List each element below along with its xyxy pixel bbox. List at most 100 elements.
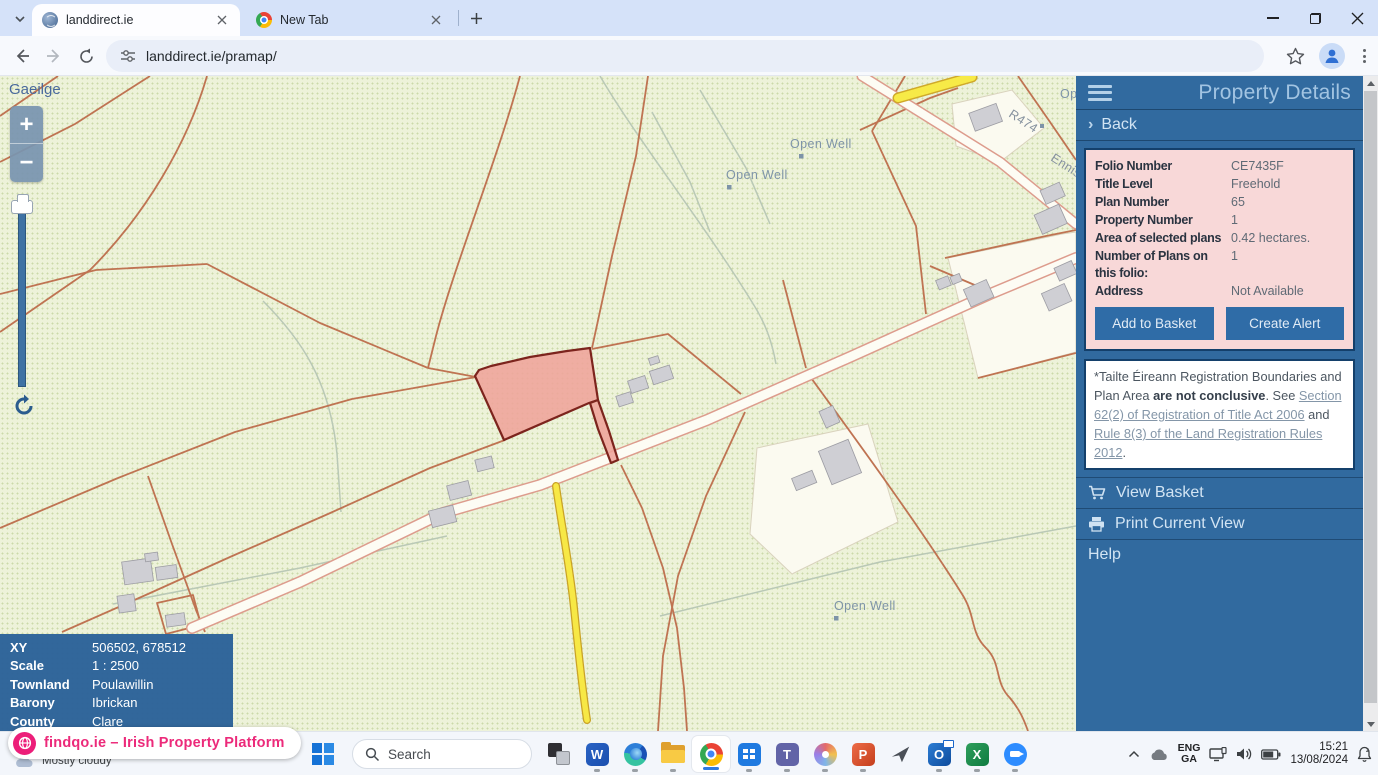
excel-app-button[interactable]: X [958, 734, 996, 774]
detail-row: Plan Number65 [1095, 193, 1344, 211]
view-basket-item[interactable]: View Basket [1076, 477, 1363, 508]
close-window-button[interactable] [1336, 0, 1378, 36]
tab-landdirect[interactable]: landdirect.ie [32, 4, 240, 36]
help-link[interactable]: Help [1076, 539, 1363, 570]
powerpoint-icon: P [852, 743, 875, 766]
restore-icon [1310, 13, 1321, 24]
tab-close-button[interactable] [428, 12, 444, 28]
back-link[interactable]: › Back [1076, 110, 1363, 141]
edge-app-button[interactable] [616, 734, 654, 774]
map-refresh-button[interactable] [12, 394, 36, 418]
detail-row: Folio NumberCE7435F [1095, 157, 1344, 175]
toolbar-right [1286, 40, 1370, 72]
search-icon [365, 747, 380, 762]
scrollbar-thumb[interactable] [1364, 91, 1377, 703]
language-toggle-link[interactable]: Gaeilge [9, 81, 61, 98]
paint-app-button[interactable] [806, 734, 844, 774]
new-tab-button[interactable] [466, 8, 486, 28]
windows-taskbar: Mostly cloudy findqo.ie – Irish Property… [0, 731, 1378, 775]
page-scrollbar[interactable] [1363, 76, 1378, 731]
address-bar[interactable]: landdirect.ie/pramap/ [106, 40, 1264, 72]
map-stream-lines [113, 76, 1076, 616]
selected-parcel[interactable] [475, 348, 618, 463]
microsoft-store-button[interactable] [730, 734, 768, 774]
info-row: Scale1 : 2500 [10, 657, 233, 675]
tab-search-button[interactable] [10, 9, 30, 29]
powerpoint-app-button[interactable]: P [844, 734, 882, 774]
zoom-out-button[interactable]: − [10, 144, 43, 182]
tab-title: New Tab [280, 13, 428, 27]
add-to-basket-button[interactable]: Add to Basket [1095, 307, 1214, 340]
globe-favicon-icon [42, 12, 58, 28]
browser-tab-strip: landdirect.ie New Tab [0, 0, 1378, 36]
map-canvas[interactable]: Open Well Open Well Open Well Ope R474 E… [0, 76, 1076, 731]
task-view-icon [548, 743, 570, 765]
teams-app-button[interactable]: T [768, 734, 806, 774]
teams-icon: T [776, 743, 799, 766]
task-view-button[interactable] [540, 734, 578, 774]
clock-widget[interactable]: 15:21 13/08/2024 [1290, 741, 1348, 767]
zoom-app-button[interactable] [996, 734, 1034, 774]
tab-close-button[interactable] [214, 12, 230, 28]
word-app-button[interactable]: W [578, 734, 616, 774]
outlook-app-button[interactable]: O [920, 734, 958, 774]
chevron-down-icon [14, 13, 26, 25]
language-indicator[interactable]: ENG GA [1178, 743, 1201, 765]
zoom-in-button[interactable]: + [10, 106, 43, 144]
map-zoom-controls: + − [10, 106, 43, 182]
volume-tray-button[interactable] [1236, 747, 1252, 761]
reload-button[interactable] [74, 44, 98, 68]
scroll-up-button[interactable] [1363, 76, 1378, 90]
findqo-promo-pill[interactable]: findqo.ie – Irish Property Platform [8, 727, 301, 759]
rule-8-link[interactable]: Rule 8(3) of the Land Registration Rules… [1094, 426, 1322, 460]
start-button[interactable] [312, 743, 334, 765]
bookmark-star-button[interactable] [1286, 47, 1305, 66]
chevron-up-icon [1128, 750, 1140, 758]
slider-handle[interactable] [11, 200, 33, 214]
chrome-icon [700, 743, 723, 766]
store-icon [738, 743, 761, 766]
minimize-button[interactable] [1252, 0, 1294, 36]
minimize-icon [1267, 17, 1279, 19]
map-zoom-slider[interactable] [11, 194, 33, 390]
print-current-view-item[interactable]: Print Current View [1076, 508, 1363, 539]
onedrive-tray-button[interactable] [1149, 748, 1169, 761]
svg-text:z: z [1366, 748, 1369, 754]
browser-toolbar: landdirect.ie/pramap/ [0, 36, 1378, 76]
create-alert-button[interactable]: Create Alert [1226, 307, 1345, 340]
snip-icon [890, 743, 912, 765]
taskbar-app-icons: W T P O X [540, 732, 1034, 775]
back-button[interactable] [10, 44, 34, 68]
info-row: TownlandPoulawillin [10, 676, 233, 694]
scroll-down-button[interactable] [1363, 717, 1378, 731]
taskbar-search-box[interactable]: Search [352, 739, 532, 769]
basket-cart-icon [1088, 485, 1106, 501]
profile-avatar[interactable] [1319, 43, 1345, 69]
file-explorer-button[interactable] [654, 734, 692, 774]
menu-hamburger-button[interactable] [1088, 85, 1112, 101]
printer-icon [1088, 516, 1105, 532]
back-arrow-icon [13, 47, 31, 65]
battery-tray-button[interactable] [1261, 749, 1281, 760]
network-tray-button[interactable] [1209, 747, 1227, 762]
info-row: BaronyIbrickan [10, 694, 233, 712]
forward-button[interactable] [42, 44, 66, 68]
detail-row: Number of Plans on this folio:1 [1095, 247, 1344, 282]
battery-icon [1261, 749, 1281, 760]
tab-title: landdirect.ie [66, 13, 214, 27]
slider-track[interactable] [18, 207, 26, 387]
reload-icon [78, 48, 95, 65]
snip-app-button[interactable] [882, 734, 920, 774]
notification-bell-icon: z [1357, 746, 1372, 762]
onedrive-cloud-icon [1149, 748, 1169, 761]
tray-expand-button[interactable] [1128, 750, 1140, 758]
detail-row: Area of selected plans0.42 hectares. [1095, 229, 1344, 247]
maximize-button[interactable] [1294, 0, 1336, 36]
tab-new-tab[interactable]: New Tab [246, 4, 454, 36]
folder-icon [661, 745, 685, 764]
property-details-panel: Property Details › Back Folio NumberCE74… [1076, 76, 1363, 731]
chrome-app-button[interactable] [692, 736, 730, 772]
notifications-button[interactable]: z [1357, 746, 1372, 762]
zoom-icon [1004, 743, 1027, 766]
browser-menu-button[interactable] [1359, 45, 1370, 67]
